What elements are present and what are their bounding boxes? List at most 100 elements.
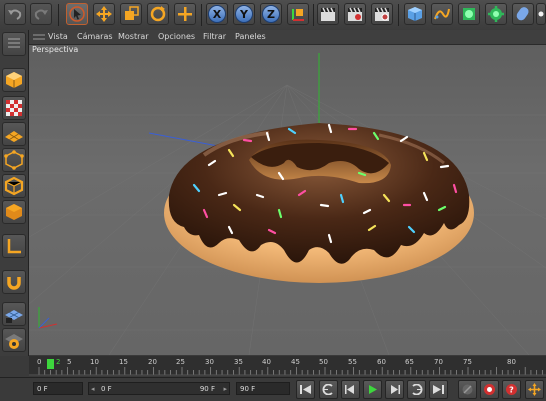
- go-to-start-button[interactable]: [296, 380, 315, 399]
- magnet-icon: [7, 277, 21, 290]
- help-record-icon: ?: [506, 384, 517, 395]
- snap-button[interactable]: [2, 270, 26, 294]
- playhead[interactable]: [47, 359, 54, 369]
- menu-camaras[interactable]: Cámaras: [77, 30, 113, 44]
- range-start-label: 0 F: [101, 385, 112, 393]
- record-button[interactable]: [480, 380, 499, 399]
- tick-label: 5: [67, 358, 72, 366]
- step-back-icon: [345, 385, 354, 394]
- pill-icon: [516, 7, 529, 21]
- tick-label: 15: [119, 358, 128, 366]
- range-right-arrow-icon[interactable]: ▸: [223, 383, 227, 396]
- view-layout-icon[interactable]: [33, 33, 45, 41]
- render-settings-button[interactable]: [371, 3, 393, 25]
- scale-icon: [125, 6, 139, 20]
- subdivision-button[interactable]: [458, 3, 480, 25]
- coordinate-system-button[interactable]: [287, 3, 309, 25]
- move-arrows-icon: [96, 6, 112, 22]
- range-end-label: 90 F: [199, 385, 215, 393]
- clapperboard-render-icon: [348, 7, 362, 21]
- previous-keyframe-button[interactable]: [319, 380, 338, 399]
- donut-model[interactable]: [164, 123, 474, 283]
- move-button[interactable]: [93, 3, 115, 25]
- coordinate-system-icon: [292, 9, 304, 21]
- frame-range-slider[interactable]: ◂ 0 F 90 F ▸: [88, 382, 230, 395]
- tick-label: 0: [37, 358, 42, 366]
- skip-end-icon: [433, 385, 444, 394]
- undo-button[interactable]: [4, 3, 26, 25]
- transport-bar: 0 F ◂ 0 F 90 F ▸ 90 F ?: [0, 377, 546, 401]
- viewport-camera-label: Perspectiva: [32, 45, 79, 54]
- cube-object-button[interactable]: [404, 3, 426, 25]
- tick-label: 60: [377, 358, 386, 366]
- cube-icon: [408, 7, 422, 21]
- edges-mode-button[interactable]: [2, 174, 26, 198]
- previous-key-icon: [322, 384, 333, 395]
- redo-button[interactable]: [30, 3, 52, 25]
- polygons-mode-button[interactable]: [2, 200, 26, 224]
- points-mode-button[interactable]: [2, 148, 26, 172]
- x-axis-icon: X: [208, 5, 226, 23]
- left-toolbar: [0, 30, 29, 356]
- more-icon: [538, 11, 544, 17]
- cube-polygons-icon: [6, 204, 22, 220]
- perspective-viewport[interactable]: Perspectiva: [29, 45, 546, 355]
- render-picture-viewer-button[interactable]: [344, 3, 366, 25]
- workplane-mode-button[interactable]: [2, 122, 26, 146]
- step-forward-icon: [391, 385, 400, 394]
- previous-frame-button[interactable]: [341, 380, 360, 399]
- texture-mode-button[interactable]: [2, 96, 26, 120]
- rotate-icon: [150, 6, 166, 22]
- x-axis-button[interactable]: X: [206, 3, 228, 25]
- clapperboard-settings-icon: [375, 7, 389, 21]
- rotate-button[interactable]: [147, 3, 169, 25]
- range-left-arrow-icon[interactable]: ◂: [91, 383, 95, 396]
- menu-filtrar[interactable]: Filtrar: [203, 30, 226, 44]
- overflow-button[interactable]: [536, 3, 546, 25]
- menu-paneles[interactable]: Paneles: [235, 30, 266, 44]
- move-key-icon: [528, 383, 541, 396]
- cursor-arrow-icon: [69, 6, 85, 22]
- auto-keying-button[interactable]: ?: [502, 380, 521, 399]
- checker-texture-icon: [6, 100, 22, 116]
- menu-opciones[interactable]: Opciones: [158, 30, 195, 44]
- y-axis-icon: Y: [235, 5, 253, 23]
- tick-label: 75: [463, 358, 472, 366]
- tick-label: 50: [319, 358, 328, 366]
- playhead-frame: 2: [56, 358, 61, 366]
- scale-button[interactable]: [120, 3, 142, 25]
- end-frame-field[interactable]: 90 F: [236, 382, 290, 395]
- timeline-ruler[interactable]: 0 5 10 15 20 25 30 35 40 45 50 55 60 65 …: [29, 356, 546, 376]
- add-tool-button[interactable]: [174, 3, 196, 25]
- next-keyframe-button[interactable]: [407, 380, 426, 399]
- play-button[interactable]: [363, 380, 382, 399]
- z-axis-button[interactable]: Z: [260, 3, 282, 25]
- next-frame-button[interactable]: [385, 380, 404, 399]
- top-toolbar: X Y Z: [0, 0, 546, 31]
- menu-mostrar[interactable]: Mostrar: [118, 30, 149, 44]
- grid-plane-icon: [5, 131, 23, 142]
- model-mode-button[interactable]: [2, 68, 26, 92]
- toggle-panel-button[interactable]: [2, 32, 26, 56]
- render-view-button[interactable]: [317, 3, 339, 25]
- spline-button[interactable]: [431, 3, 453, 25]
- plus-icon: [178, 7, 192, 21]
- go-to-end-button[interactable]: [429, 380, 448, 399]
- y-axis-button[interactable]: Y: [233, 3, 255, 25]
- axis-mode-button[interactable]: [2, 234, 26, 258]
- cube-points-icon: [4, 150, 24, 170]
- start-frame-field[interactable]: 0 F: [33, 382, 83, 395]
- tick-label: 65: [405, 358, 414, 366]
- tick-label: 55: [348, 358, 357, 366]
- live-selection-button[interactable]: [66, 3, 88, 25]
- keyframe-move-button[interactable]: [525, 380, 544, 399]
- deformer-button[interactable]: [485, 3, 507, 25]
- next-key-icon: [412, 384, 423, 395]
- camera-object-button[interactable]: [512, 3, 534, 25]
- menu-vista[interactable]: Vista: [48, 30, 68, 44]
- keyframe-selection-button[interactable]: [458, 380, 477, 399]
- tick-label: 10: [90, 358, 99, 366]
- locked-workplane-button[interactable]: [2, 328, 26, 352]
- workplane-lock-button[interactable]: [2, 302, 26, 326]
- clapperboard-icon: [321, 7, 335, 21]
